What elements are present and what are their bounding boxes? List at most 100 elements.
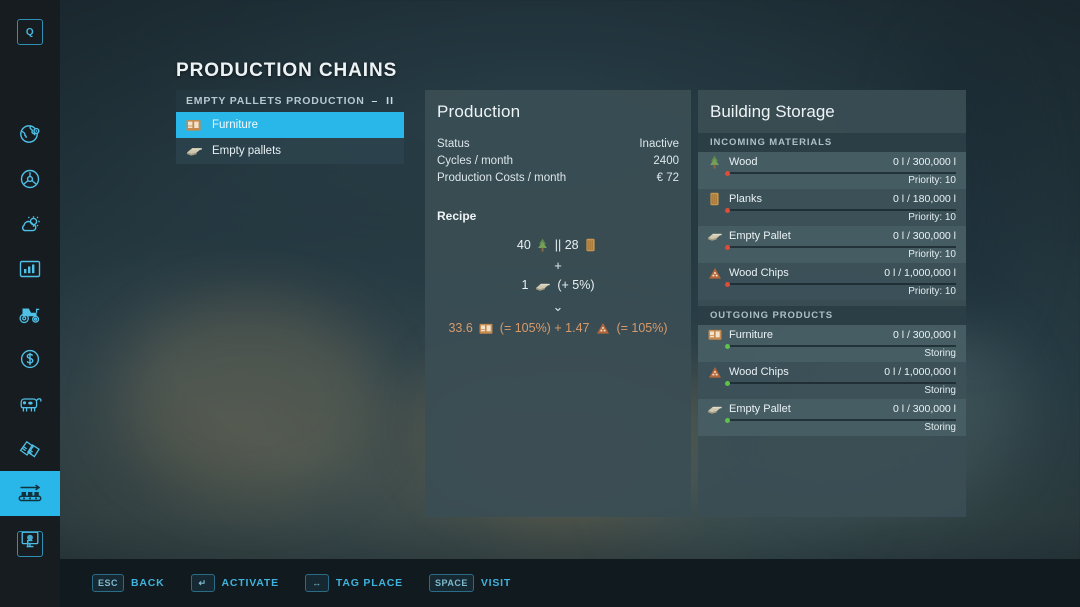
stat-value: Inactive (639, 136, 679, 153)
storage-row-wood[interactable]: Wood 0 l / 300,000 l Priority: 10 (698, 152, 966, 189)
storage-row-wood-chips[interactable]: Wood Chips 0 l / 1,000,000 l Priority: 1… (698, 263, 966, 300)
help-label: TAG PLACE (336, 577, 403, 589)
storage-row-empty-pallet[interactable]: Empty Pallet 0 l / 300,000 l Priority: 1… (698, 226, 966, 263)
building-storage-panel: Building Storage INCOMING MATERIALS Wood… (698, 90, 966, 517)
outgoing-products-header: OUTGOING PRODUCTS (698, 306, 966, 325)
stat-label: Cycles / month (437, 153, 513, 170)
storage-status-dot (725, 245, 730, 250)
storage-item-amount: 0 l / 300,000 l (893, 329, 956, 341)
stat-label: Production Costs / month (437, 170, 566, 187)
storage-item-amount: 0 l / 1,000,000 l (884, 267, 956, 279)
storage-item-name: Wood Chips (729, 366, 884, 378)
chain-row-furniture[interactable]: Furniture (176, 112, 404, 138)
storage-fill-bar (725, 283, 956, 285)
documents-icon (17, 438, 43, 460)
storage-row-out-empty-pallet[interactable]: Empty Pallet 0 l / 300,000 l Storing (698, 399, 966, 436)
help-action-back[interactable]: ESC BACK (92, 574, 165, 592)
storage-row-out-furniture[interactable]: Furniture 0 l / 300,000 l Storing (698, 325, 966, 362)
storage-item-name: Wood Chips (729, 267, 884, 279)
storage-fill-bar (725, 246, 956, 248)
storage-row-top: Wood Chips 0 l / 1,000,000 l (698, 263, 966, 283)
sidebar-item-production[interactable] (0, 471, 60, 516)
storage-item-name: Furniture (729, 329, 893, 341)
furniture-icon (186, 119, 206, 132)
storage-item-amount: 0 l / 300,000 l (893, 230, 956, 242)
storage-item-sub: Priority: 10 (698, 211, 966, 226)
wood-icon (706, 155, 723, 169)
help-label: BACK (131, 577, 165, 589)
chain-list-header: EMPTY PALLETS PRODUCTION – II (176, 90, 404, 112)
help-action-tag-place[interactable]: ↔ TAG PLACE (305, 574, 403, 592)
recipe-heading: Recipe (425, 187, 691, 223)
storage-row-top: Wood Chips 0 l / 1,000,000 l (698, 362, 966, 382)
storage-item-sub: Storing (698, 384, 966, 399)
storage-item-sub: Storing (698, 421, 966, 436)
sidebar-item-vehicles[interactable] (0, 156, 60, 201)
help-label: ACTIVATE (222, 577, 279, 589)
recipe-body: 40 || 28 + 1 (425, 223, 691, 339)
bottom-help-bar: ESC BACK ↵ ACTIVATE ↔ TAG PLACE SPACE VI… (60, 559, 1080, 607)
storage-item-amount: 0 l / 180,000 l (893, 193, 956, 205)
sidebar-item-map[interactable] (0, 111, 60, 156)
sidebar-item-contracts[interactable] (0, 426, 60, 471)
storage-row-out-wood-chips[interactable]: Wood Chips 0 l / 1,000,000 l Storing (698, 362, 966, 399)
sidebar-nav (0, 111, 60, 561)
key-left-right-arrow: ↔ (305, 574, 329, 592)
key-space: SPACE (429, 574, 474, 592)
recipe-input-a-amount: 40 (517, 238, 531, 252)
storage-status-dot (725, 282, 730, 287)
wood-icon (537, 238, 548, 259)
recipe-plus-operator: + (425, 256, 691, 275)
storage-fill-bar (725, 382, 956, 384)
planks-icon (706, 192, 723, 206)
stat-row-costs: Production Costs / month € 72 (437, 170, 679, 187)
help-action-visit[interactable]: SPACE VISIT (429, 574, 511, 592)
storage-row-top: Empty Pallet 0 l / 300,000 l (698, 226, 966, 246)
woodchips-icon (706, 267, 723, 280)
stat-row-cycles: Cycles / month 2400 (437, 153, 679, 170)
storage-item-name: Empty Pallet (729, 403, 893, 415)
storage-fill-bar (725, 209, 956, 211)
sidebar-item-finances[interactable] (0, 336, 60, 381)
sidebar-next-key[interactable]: E (17, 531, 43, 557)
pallet-icon (706, 231, 723, 242)
storage-row-top: Furniture 0 l / 300,000 l (698, 325, 966, 345)
storage-item-amount: 0 l / 300,000 l (893, 403, 956, 415)
steering-wheel-icon (18, 167, 42, 191)
storage-fill-bar (725, 419, 956, 421)
pallet-icon (535, 278, 551, 299)
production-chain-list: EMPTY PALLETS PRODUCTION – II Furniture … (176, 90, 404, 164)
recipe-input-b-amount: 28 (565, 238, 579, 252)
sidebar-item-machines[interactable] (0, 291, 60, 336)
storage-row-top: Wood 0 l / 300,000 l (698, 152, 966, 172)
storage-panel-title: Building Storage (698, 90, 966, 133)
chain-row-empty-pallets[interactable]: Empty pallets (176, 138, 404, 164)
pallet-icon (186, 145, 206, 157)
recipe-input-secondary: 1 (+ 5%) (425, 275, 691, 296)
chain-list-status-indicator: – II (371, 95, 394, 107)
statistics-icon (18, 258, 42, 280)
incoming-materials-header: INCOMING MATERIALS (698, 133, 966, 152)
recipe-output-b-amount: 1.47 (565, 321, 589, 335)
storage-row-planks[interactable]: Planks 0 l / 180,000 l Priority: 10 (698, 189, 966, 226)
chain-row-label: Furniture (212, 119, 258, 131)
stat-row-status: Status Inactive (437, 136, 679, 153)
sidebar-prev-key[interactable]: Q (17, 19, 43, 45)
chain-list-header-label: EMPTY PALLETS PRODUCTION (186, 95, 365, 107)
woodchips-icon (706, 366, 723, 379)
recipe-input-primary: 40 || 28 (425, 235, 691, 256)
production-icon (15, 482, 45, 506)
sidebar-item-animals[interactable] (0, 381, 60, 426)
storage-item-name: Empty Pallet (729, 230, 893, 242)
storage-status-dot (725, 171, 730, 176)
weather-icon (17, 212, 43, 236)
storage-item-name: Wood (729, 156, 893, 168)
sidebar-item-statistics[interactable] (0, 246, 60, 291)
recipe-secondary-note: (+ 5%) (557, 278, 594, 292)
stat-label: Status (437, 136, 470, 153)
pallet-icon (706, 404, 723, 415)
storage-status-dot (725, 418, 730, 423)
furniture-icon (479, 321, 493, 342)
sidebar-item-weather[interactable] (0, 201, 60, 246)
help-action-activate[interactable]: ↵ ACTIVATE (191, 574, 279, 592)
